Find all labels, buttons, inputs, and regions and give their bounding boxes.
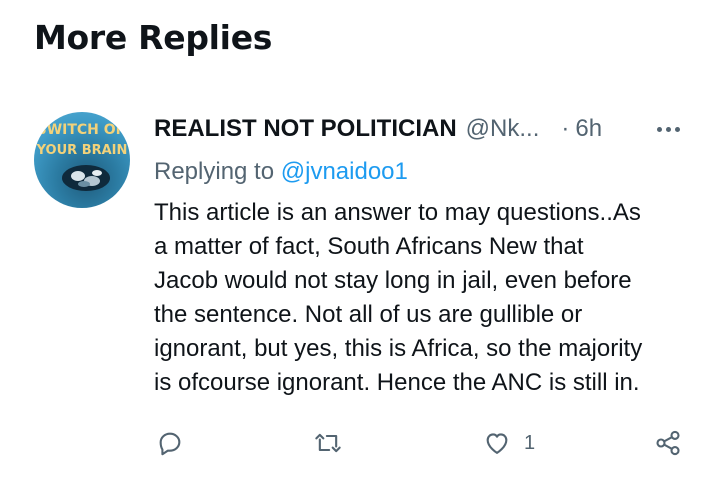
reply-button[interactable] [156,423,184,463]
tweet-body: This article is an answer to may questio… [154,196,694,400]
share-icon [656,430,680,456]
display-name[interactable]: REALIST NOT POLITICIAN [154,115,457,143]
avatar-text-top: SWITCH ON [37,122,128,138]
separator-dot: · [561,115,570,142]
like-count: 1 [524,431,536,454]
share-button[interactable] [654,423,682,463]
replying-to: Replying to @jvnaidoo1 [154,158,408,186]
replying-mention-link[interactable]: @jvnaidoo1 [281,158,408,185]
tweet-body-line: Jacob would not stay long in jail, even … [154,267,632,294]
tweet-body-line: a matter of fact, South Africans New tha… [154,233,584,260]
tweet-body-line: This article is an answer to may questio… [154,199,641,226]
user-handle[interactable]: @Nk... [466,115,540,143]
tweet-body-line: is ofcourse ignorant. Hence the ANC is s… [154,369,640,396]
avatar-image: SWITCH ON YOUR BRAIN [36,122,128,191]
replying-prefix: Replying to [154,158,275,185]
tweet-actions: 1 [154,423,694,463]
avatar[interactable]: SWITCH ON YOUR BRAIN [34,112,130,208]
heart-icon [486,433,508,454]
tweet-header: REALIST NOT POLITICIAN @Nk... · 6h [154,113,686,145]
avatar-text-bottom: YOUR BRAIN [36,143,128,158]
tweet-body-line: ignorant, but yes, this is Africa, so th… [154,335,643,362]
timestamp[interactable]: 6h [575,115,602,143]
retweet-icon [315,433,341,453]
retweet-button[interactable] [314,423,342,463]
more-options-icon[interactable] [654,119,682,139]
like-button[interactable]: 1 [483,423,535,463]
reply-icon [159,432,181,456]
tweet-body-line: the sentence. Not all of us are gullible… [154,301,583,328]
more-replies-heading: More Replies [34,18,273,57]
